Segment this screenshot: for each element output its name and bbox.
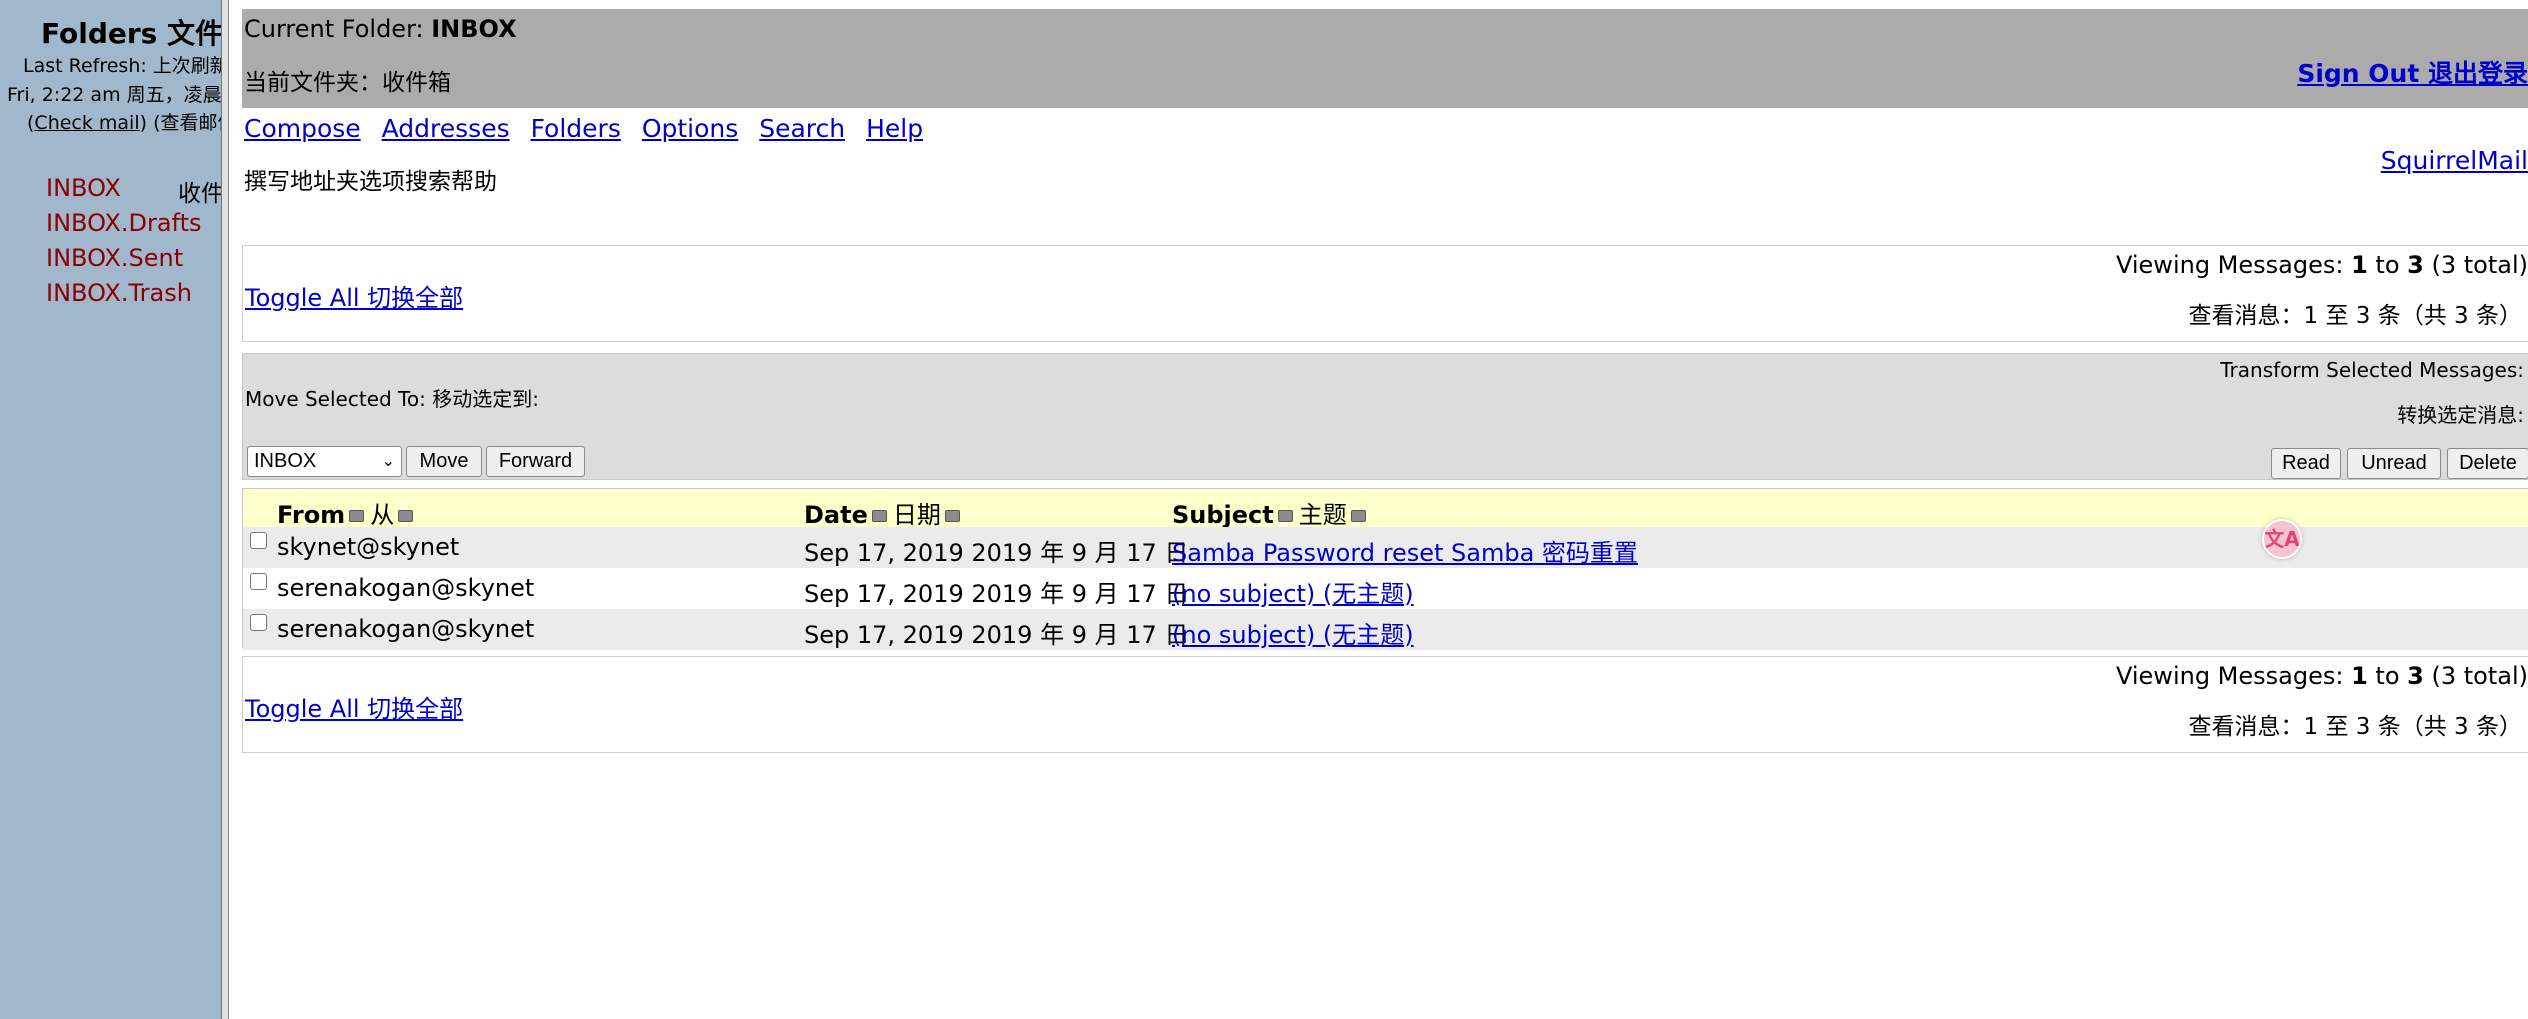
toggle-all-link[interactable]: Toggle All 切换全部 xyxy=(245,278,463,313)
move-folder-select[interactable]: INBOX ⌄ xyxy=(247,446,402,477)
viewing-messages: Viewing Messages: 1 to 3 (3 total) xyxy=(2116,662,2528,690)
viewing-to-word: to xyxy=(2367,251,2408,279)
move-button[interactable]: Move xyxy=(406,446,482,477)
message-from: serenakogan@skynet xyxy=(277,574,535,602)
current-folder: Current Folder: INBOX xyxy=(244,15,517,43)
current-folder-name: INBOX xyxy=(431,15,517,43)
viewing-box-bottom: Toggle All 切换全部 Viewing Messages: 1 to 3… xyxy=(242,656,2528,753)
message-subject-link[interactable]: (no subject) (无主题) xyxy=(1172,574,1414,609)
move-folder-value: INBOX xyxy=(254,450,317,472)
nav-compose[interactable]: Compose xyxy=(244,114,361,143)
viewing-prefix: Viewing Messages: xyxy=(2115,662,2352,690)
check-mail-line: (Check mail) (查看邮件) xyxy=(27,108,221,135)
header-subject: Subject 主题 xyxy=(1172,495,1372,530)
top-bar: Current Folder: INBOX 当前文件夹：收件箱 Sign Out… xyxy=(242,9,2528,108)
current-folder-label: Current Folder: xyxy=(244,15,432,43)
viewing-total: (3 total) xyxy=(2423,662,2528,690)
message-from: skynet@skynet xyxy=(277,533,460,561)
folder-inbox-cn: 收件箱 xyxy=(178,181,221,207)
message-table: From 从 Date 日期 Subject 主题 skynet@skynet Sep… xyxy=(242,488,2528,650)
transform-label-cn: 转换选定消息: xyxy=(2397,403,2524,427)
sort-icon[interactable] xyxy=(1350,510,1366,522)
check-mail-link[interactable]: Check mail xyxy=(34,112,139,134)
header-date-cn: 日期 xyxy=(892,501,941,529)
check-mail-suffix: ) (查看邮件) xyxy=(139,112,221,134)
folder-inbox[interactable]: INBOX xyxy=(46,174,121,202)
read-button[interactable]: Read xyxy=(2271,448,2341,479)
viewing-prefix: Viewing Messages: xyxy=(2115,251,2352,279)
folder-drafts[interactable]: INBOX.Drafts xyxy=(46,209,202,237)
message-date: Sep 17, 2019 2019 年 9 月 17 日 xyxy=(804,621,1189,649)
message-date: Sep 17, 2019 2019 年 9 月 17 日 xyxy=(804,539,1189,567)
viewing-messages-cn: 查看消息：1 至 3 条（共 3 条） xyxy=(2188,714,2522,740)
folder-sent[interactable]: INBOX.Sent xyxy=(46,244,183,272)
message-from: serenakogan@skynet xyxy=(277,615,535,643)
last-refresh-label: Last Refresh: 上次刷新 xyxy=(23,55,221,77)
sort-icon[interactable] xyxy=(349,510,365,522)
message-checkbox[interactable] xyxy=(250,573,267,590)
translate-icon[interactable]: 文A xyxy=(2262,519,2302,559)
header-from: From 从 xyxy=(277,495,419,530)
nav-addresses[interactable]: Addresses xyxy=(382,114,510,143)
header-from-cn: 从 xyxy=(370,501,395,529)
main-frame: Current Folder: INBOX 当前文件夹：收件箱 Sign Out… xyxy=(229,0,2528,1019)
table-header-row: From 从 Date 日期 Subject 主题 xyxy=(243,489,2528,530)
nav-search[interactable]: Search xyxy=(759,114,845,143)
table-row: skynet@skynet Sep 17, 2019 2019 年 9 月 17… xyxy=(243,527,2528,568)
delete-button[interactable]: Delete xyxy=(2447,448,2528,479)
header-date-label: Date xyxy=(804,501,868,529)
message-subject-link[interactable]: Samba Password reset Samba 密码重置 xyxy=(1172,533,1638,568)
table-row: serenakogan@skynet Sep 17, 2019 2019 年 9… xyxy=(243,568,2528,609)
viewing-to: 3 xyxy=(2407,662,2424,690)
sidebar-title: Folders 文件夹 xyxy=(41,17,221,50)
sign-out-link[interactable]: Sign Out 退出登录 xyxy=(2297,54,2528,90)
header-from-label: From xyxy=(277,501,346,529)
message-checkbox[interactable] xyxy=(250,614,267,631)
unread-button[interactable]: Unread xyxy=(2347,448,2441,479)
last-refresh-time: Fri, 2:22 am 周五，凌晨 xyxy=(7,84,221,106)
frame-divider[interactable] xyxy=(221,0,229,1019)
header-subject-cn: 主题 xyxy=(1298,501,1347,529)
message-subject-link[interactable]: (no subject) (无主题) xyxy=(1172,615,1414,650)
message-date: Sep 17, 2019 2019 年 9 月 17 日 xyxy=(804,580,1189,608)
nav-links: Compose Addresses Folders Options Search… xyxy=(244,114,936,143)
viewing-messages-cn: 查看消息：1 至 3 条（共 3 条） xyxy=(2188,303,2522,329)
chevron-down-icon: ⌄ xyxy=(381,453,395,470)
sort-icon[interactable] xyxy=(398,510,414,522)
nav-folders[interactable]: Folders xyxy=(531,114,621,143)
move-selected-label: Move Selected To: 移动选定到: xyxy=(245,387,539,411)
transform-label: Transform Selected Messages: xyxy=(2220,358,2524,382)
message-checkbox[interactable] xyxy=(250,532,267,549)
viewing-to-word: to xyxy=(2367,662,2408,690)
sort-icon[interactable] xyxy=(1277,510,1293,522)
current-folder-cn: 当前文件夹：收件箱 xyxy=(244,70,451,96)
toggle-all-link[interactable]: Toggle All 切换全部 xyxy=(245,689,463,724)
action-bar: Move Selected To: 移动选定到: Transform Selec… xyxy=(242,353,2528,480)
viewing-to: 3 xyxy=(2407,251,2424,279)
header-subject-label: Subject xyxy=(1172,501,1274,529)
viewing-from: 1 xyxy=(2351,251,2368,279)
sort-icon[interactable] xyxy=(944,510,960,522)
table-row: serenakogan@skynet Sep 17, 2019 2019 年 9… xyxy=(243,609,2528,650)
nav-options[interactable]: Options xyxy=(642,114,738,143)
squirrelmail-link[interactable]: SquirrelMail xyxy=(2381,146,2528,175)
viewing-total: (3 total) xyxy=(2423,251,2528,279)
sort-icon[interactable] xyxy=(871,510,887,522)
viewing-from: 1 xyxy=(2351,662,2368,690)
viewing-messages: Viewing Messages: 1 to 3 (3 total) xyxy=(2116,251,2528,279)
folder-sidebar: Folders 文件夹 Last Refresh: 上次刷新 Fri, 2:22… xyxy=(0,0,221,1019)
viewing-box-top: Toggle All 切换全部 Viewing Messages: 1 to 3… xyxy=(242,245,2528,342)
forward-button[interactable]: Forward xyxy=(486,446,585,477)
nav-links-cn: 撰写地址夹选项搜索帮助 xyxy=(244,169,497,195)
nav-help[interactable]: Help xyxy=(866,114,923,143)
header-date: Date 日期 xyxy=(804,495,966,530)
folder-trash[interactable]: INBOX.Trash xyxy=(46,279,192,307)
